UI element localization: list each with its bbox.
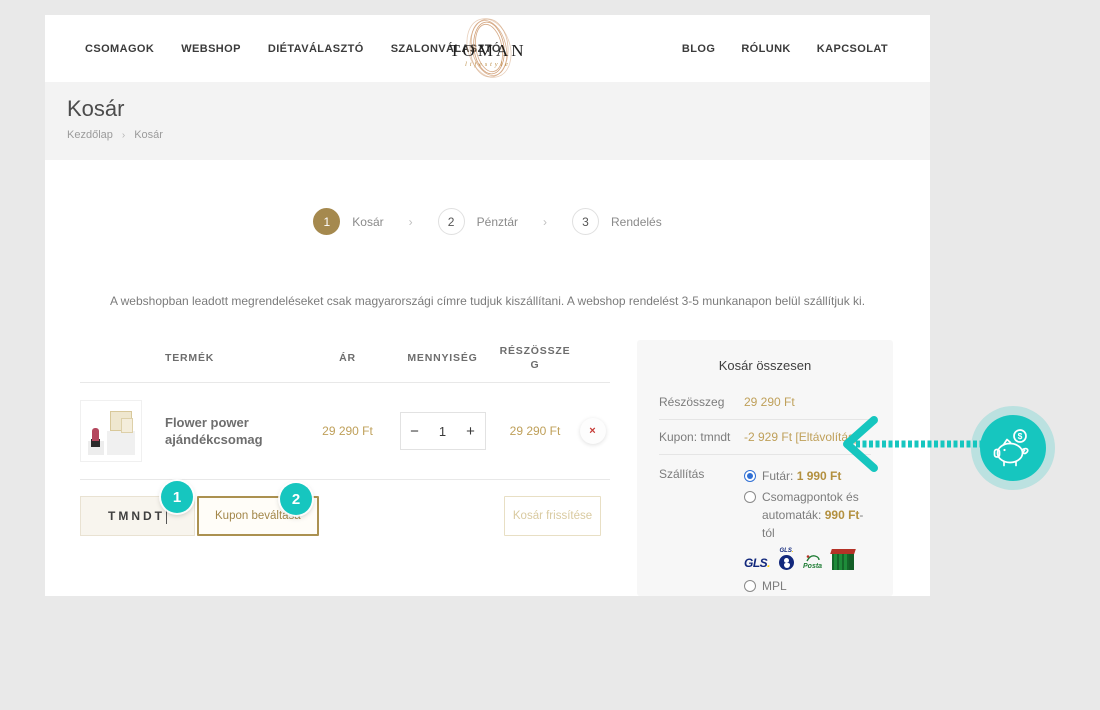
- thumbnail-pedestal: [107, 431, 135, 455]
- page-title-band: Kosár Kezdőlap › Kosár: [45, 82, 930, 160]
- column-header-quantity: MENNYISÉG: [390, 352, 495, 364]
- coupon-code-value: TMNDT: [108, 509, 165, 523]
- product-price: 29 290 Ft: [305, 424, 390, 438]
- remove-item-button[interactable]: ×: [580, 418, 606, 444]
- parcel-locker-icon: [831, 549, 855, 570]
- shipping-option-pickup[interactable]: Csomagpontok és automaták: 990 Ft-tól: [744, 488, 871, 542]
- step-separator-icon: ›: [543, 215, 547, 229]
- cart-table-header: TERMÉK ÁR MENNYISÉG RÉSZÖSSZEG: [80, 337, 610, 383]
- step-3-circle: 3: [572, 208, 599, 235]
- product-thumbnail[interactable]: [80, 400, 142, 462]
- logo-tagline: lifestyle: [465, 61, 511, 68]
- carrier-logos: GLS. GLS. Posta: [744, 546, 871, 570]
- logo-wordmark: TOMAN: [449, 41, 526, 60]
- column-header-subtotal: RÉSZÖSSZEG: [495, 344, 575, 372]
- annotation-badge-1: 1: [161, 481, 193, 513]
- nav-item-kapcsolat[interactable]: KAPCSOLAT: [817, 43, 888, 55]
- step-kosar: 1 Kosár: [313, 208, 383, 235]
- magyar-posta-logo: Posta: [803, 554, 822, 570]
- cart-page: { "brand": { "name": "TOMAN", "tagline":…: [0, 0, 1100, 710]
- coupon-row: TMNDT Kupon beváltása Kosár frissítése: [80, 496, 610, 536]
- breadcrumb-home[interactable]: Kezdőlap: [67, 129, 113, 141]
- thumbnail-lipstick: [92, 428, 99, 441]
- checkout-steps: 1 Kosár › 2 Pénztár › 3 Rendelés: [45, 208, 930, 235]
- subtotal-value: 29 290 Ft: [744, 395, 795, 409]
- step-3-label: Rendelés: [611, 215, 662, 229]
- cart-table: TERMÉK ÁR MENNYISÉG RÉSZÖSSZEG Flower po…: [80, 337, 610, 536]
- product-subtotal: 29 290 Ft: [495, 424, 575, 438]
- svg-text:$: $: [1018, 431, 1023, 441]
- nav-item-webshop[interactable]: WEBSHOP: [181, 43, 241, 55]
- site-header: CSOMAGOK WEBSHOP DIÉTAVÁLASZTÓ SZALONVÁL…: [45, 15, 930, 82]
- close-icon: ×: [589, 425, 595, 437]
- subtotal-label: Részösszeg: [659, 395, 744, 409]
- breadcrumb-separator-icon: ›: [122, 130, 125, 141]
- cart-item-row: Flower power ajándékcsomag 29 290 Ft − 1…: [80, 383, 610, 480]
- step-2-circle: 2: [438, 208, 465, 235]
- shipping-row: Szállítás Futár: 1 990 Ft Csomagpontok é…: [659, 455, 871, 596]
- text-cursor: [166, 508, 167, 524]
- nav-item-dietavalaszto[interactable]: DIÉTAVÁLASZTÓ: [268, 43, 364, 55]
- quantity-value[interactable]: 1: [429, 424, 457, 439]
- courier-price: 1 990 Ft: [797, 469, 842, 483]
- quantity-stepper: − 1 +: [400, 412, 486, 450]
- annotation-badge-2: 2: [280, 483, 312, 515]
- step-1-circle: 1: [313, 208, 340, 235]
- breadcrumb-current: Kosár: [134, 129, 163, 141]
- column-header-price: ÁR: [305, 352, 390, 364]
- gls-csomagpont-icon: GLS.: [779, 548, 794, 570]
- nav-item-rolunk[interactable]: RÓLUNK: [741, 43, 790, 55]
- step-2-label: Pénztár: [477, 215, 518, 229]
- step-penztar: 2 Pénztár: [438, 208, 518, 235]
- radio-courier[interactable]: [744, 470, 756, 482]
- radio-mpl[interactable]: [744, 580, 756, 592]
- quantity-decrease-button[interactable]: −: [401, 423, 429, 440]
- quantity-cell: − 1 +: [390, 412, 495, 450]
- shipping-label: Szállítás: [659, 467, 744, 596]
- remove-cell: ×: [575, 418, 610, 444]
- thumbnail-box: [121, 418, 133, 433]
- callout-arrow-icon: [838, 413, 990, 475]
- mpl-label: MPL házhozszállítás:: [762, 579, 847, 596]
- update-cart-button[interactable]: Kosár frissítése: [504, 496, 601, 536]
- breadcrumb: Kezdőlap › Kosár: [67, 129, 930, 141]
- shipping-options: Futár: 1 990 Ft Csomagpontok és automatá…: [744, 467, 871, 596]
- step-rendeles: 3 Rendelés: [572, 208, 662, 235]
- product-name-link[interactable]: Flower power ajándékcsomag: [155, 414, 305, 448]
- toman-logo[interactable]: TOMAN lifestyle: [433, 18, 543, 82]
- summary-title: Kosár összesen: [637, 358, 893, 373]
- coupon-summary-label: Kupon: tmndt: [659, 430, 744, 444]
- shipping-option-mpl[interactable]: MPL házhozszállítás: 1 990 Ft: [744, 577, 871, 596]
- column-header-product: TERMÉK: [155, 352, 305, 364]
- pickup-price: 990 Ft: [825, 508, 860, 522]
- step-1-label: Kosár: [352, 215, 383, 229]
- shipping-notice: A webshopban leadott megrendeléseket csa…: [45, 294, 930, 308]
- piggy-bank-icon: $: [980, 415, 1046, 481]
- nav-item-csomagok[interactable]: CSOMAGOK: [85, 43, 154, 55]
- gls-logo: GLS.: [744, 556, 770, 570]
- step-separator-icon: ›: [409, 215, 413, 229]
- radio-pickup[interactable]: [744, 491, 756, 503]
- courier-label: Futár:: [762, 469, 793, 483]
- nav-item-blog[interactable]: BLOG: [682, 43, 715, 55]
- quantity-increase-button[interactable]: +: [457, 423, 485, 440]
- page-title: Kosár: [67, 96, 930, 122]
- main-nav-right: BLOG RÓLUNK KAPCSOLAT: [682, 15, 888, 82]
